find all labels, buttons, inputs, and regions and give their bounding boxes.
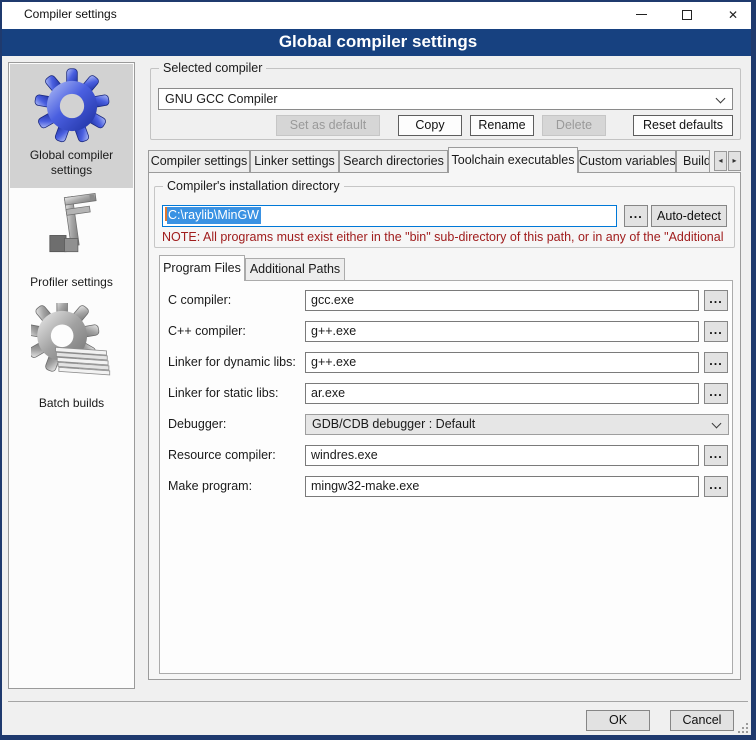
subtab-program-files[interactable]: Program Files	[159, 255, 245, 281]
delete-button[interactable]: Delete	[542, 115, 606, 136]
sidebar-item-batch-builds[interactable]: Batch builds	[9, 396, 134, 411]
resource-compiler-browse-button[interactable]: ...	[704, 445, 728, 466]
chevron-down-icon	[712, 419, 722, 429]
close-button[interactable]: ✕	[710, 0, 756, 29]
dynamic-linker-browse-button[interactable]: ...	[704, 352, 728, 373]
copy-button[interactable]: Copy	[398, 115, 462, 136]
selected-compiler-legend: Selected compiler	[159, 61, 266, 76]
set-as-default-button[interactable]: Set as default	[276, 115, 380, 136]
debugger-select[interactable]: GDB/CDB debugger : Default	[305, 414, 729, 435]
debugger-select-value: GDB/CDB debugger : Default	[312, 417, 475, 431]
static-linker-browse-button[interactable]: ...	[704, 383, 728, 404]
caliper-icon[interactable]	[35, 193, 109, 269]
title-bar: Compiler settings ✕	[0, 0, 756, 29]
arrow-left-icon: ◂	[718, 156, 722, 165]
sidebar-item-profiler-settings[interactable]: Profiler settings	[9, 275, 134, 290]
cpp-compiler-browse-button[interactable]: ...	[704, 321, 728, 342]
debugger-label: Debugger:	[168, 414, 226, 435]
compiler-select[interactable]: GNU GCC Compiler	[158, 88, 733, 110]
c-compiler-label: C compiler:	[168, 290, 231, 311]
maximize-button[interactable]	[664, 0, 710, 29]
resource-compiler-label: Resource compiler:	[168, 445, 276, 466]
tab-compiler-settings[interactable]: Compiler settings	[148, 150, 250, 172]
footer-divider	[8, 701, 748, 702]
gray-gear-stack-icon[interactable]	[31, 303, 113, 385]
resize-grip[interactable]	[738, 723, 748, 733]
tab-scroll-right-button[interactable]: ▸	[728, 151, 741, 171]
dynamic-linker-input[interactable]: g++.exe	[305, 352, 699, 373]
maximize-icon	[682, 10, 692, 20]
selected-path-text: C:\raylib\MinGW	[167, 207, 261, 224]
ok-button[interactable]: OK	[586, 710, 650, 731]
tab-toolchain-executables[interactable]: Toolchain executables	[448, 147, 578, 173]
tab-search-directories[interactable]: Search directories	[339, 150, 448, 172]
make-program-label: Make program:	[168, 476, 252, 497]
auto-detect-button[interactable]: Auto-detect	[651, 205, 727, 227]
browse-directory-button[interactable]: ...	[624, 205, 648, 227]
subtab-additional-paths[interactable]: Additional Paths	[245, 258, 345, 280]
cpp-compiler-input[interactable]: g++.exe	[305, 321, 699, 342]
close-icon: ✕	[728, 9, 738, 21]
static-linker-label: Linker for static libs:	[168, 383, 278, 404]
tab-scroll-left-button[interactable]: ◂	[714, 151, 727, 171]
page-title: Global compiler settings	[0, 29, 756, 56]
make-program-browse-button[interactable]: ...	[704, 476, 728, 497]
make-program-input[interactable]: mingw32-make.exe	[305, 476, 699, 497]
chevron-down-icon	[716, 94, 726, 104]
compiler-settings-dialog: Compiler settings ✕ Global compiler sett…	[0, 0, 756, 740]
blue-gear-icon[interactable]	[34, 68, 110, 144]
rename-button[interactable]: Rename	[470, 115, 534, 136]
minimize-button[interactable]	[618, 0, 664, 29]
settings-category-list: Global compiler settings Profiler settin…	[8, 62, 135, 689]
static-linker-input[interactable]: ar.exe	[305, 383, 699, 404]
bin-subdirectory-note: NOTE: All programs must exist either in …	[162, 230, 732, 244]
window-title: Compiler settings	[24, 0, 117, 29]
sidebar-item-label[interactable]: Global compiler settings	[9, 148, 134, 178]
arrow-right-icon: ▸	[732, 156, 736, 165]
installation-directory-legend: Compiler's installation directory	[163, 179, 344, 194]
cancel-button[interactable]: Cancel	[670, 710, 734, 731]
c-compiler-input[interactable]: gcc.exe	[305, 290, 699, 311]
tab-linker-settings[interactable]: Linker settings	[250, 150, 339, 172]
compiler-select-value: GNU GCC Compiler	[165, 92, 278, 106]
installation-directory-input[interactable]: C:\raylib\MinGW	[162, 205, 617, 227]
c-compiler-browse-button[interactable]: ...	[704, 290, 728, 311]
minimize-icon	[636, 14, 647, 15]
cpp-compiler-label: C++ compiler:	[168, 321, 246, 342]
dynamic-linker-label: Linker for dynamic libs:	[168, 352, 296, 373]
reset-defaults-button[interactable]: Reset defaults	[633, 115, 733, 136]
tab-custom-variables[interactable]: Custom variables	[578, 150, 676, 172]
resource-compiler-input[interactable]: windres.exe	[305, 445, 699, 466]
tab-build-options[interactable]: Build options	[676, 150, 710, 172]
